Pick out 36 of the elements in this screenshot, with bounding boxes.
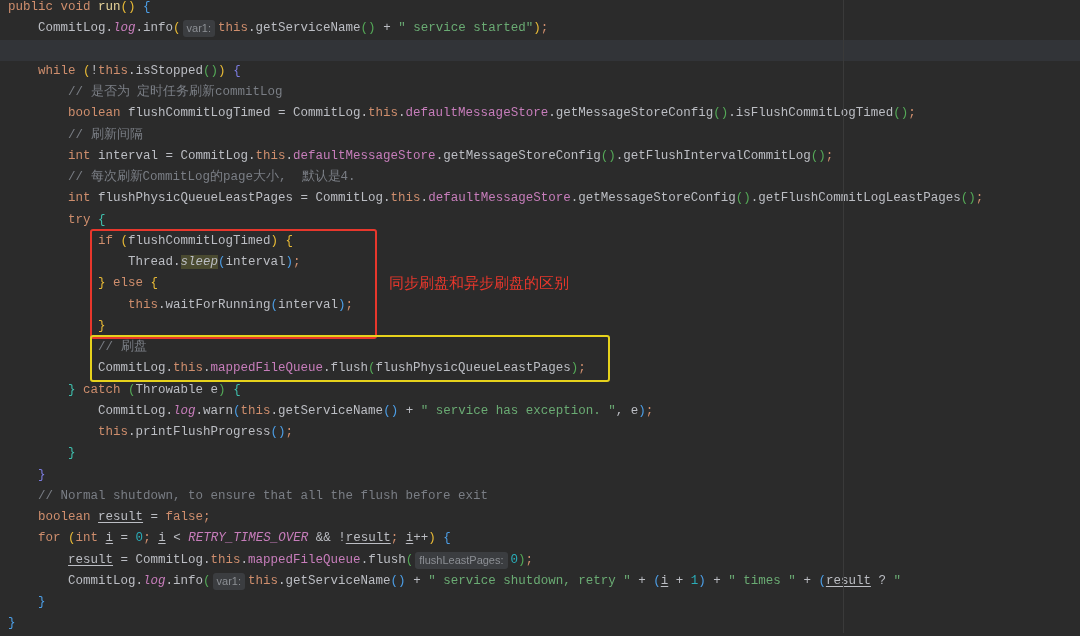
code-text: } else { xyxy=(98,275,159,293)
parameter-hint: var1: xyxy=(182,20,216,38)
code-text: } catch (Throwable e) { xyxy=(67,381,241,399)
code-text: } xyxy=(98,317,106,335)
code-text: this.waitForRunning(interval); xyxy=(127,296,354,314)
code-text: boolean result = false; xyxy=(37,509,211,526)
code-text: // Normal shutdown, to ensure that all the flush before exit xyxy=(37,487,489,505)
code-text: 0); xyxy=(510,551,534,569)
annotation-text: 同步刷盘和异步刷盘的区别 xyxy=(389,274,570,294)
code-text: // 刷盘 xyxy=(98,338,147,356)
code-text: result = CommitLog.this.mappedFileQueue.flush( xyxy=(67,551,414,569)
code-text: this.getServiceName() + " service shutdown, retry " + (i + 1) + " times " + (result ? " xyxy=(248,572,901,590)
parameter-hint: flushLeastPages: xyxy=(415,551,508,569)
code-text: while (!this.isStopped()) { xyxy=(37,62,241,80)
code-text: CommitLog.log.info( xyxy=(37,20,181,38)
code-text: // 刷新间隔 xyxy=(67,126,143,144)
code-text: int interval = CommitLog.this.defaultMessageStore.getMessageStoreConfig().getFlushIntervalCommitLog(); xyxy=(67,147,834,165)
code-text: // 是否为 定时任务刷新commitLog xyxy=(67,83,283,101)
code-text: public void run() { xyxy=(8,0,151,16)
code-text: this.printFlushProgress(); xyxy=(97,424,294,441)
code-text: try { xyxy=(67,211,106,229)
code-text: } xyxy=(37,594,46,611)
code-text: boolean flushCommitLogTimed = CommitLog.this.defaultMessageStore.getMessageStoreConfig().isFlushCommitLogTimed(); xyxy=(67,105,916,123)
code-text: } xyxy=(8,615,16,633)
code-text: // 每次刷新CommitLog的page大小, 默认是4. xyxy=(67,168,356,186)
code-text: this.getServiceName() + " service started"); xyxy=(218,20,549,38)
code-text: CommitLog.log.info( xyxy=(67,572,211,590)
code-text: } xyxy=(37,466,46,484)
code-text: if (flushCommitLogTimed) { xyxy=(98,232,294,250)
code-text: for (int i = 0; i < RETRY_TIMES_OVER && !result; i++) { xyxy=(37,530,451,548)
parameter-hint: var1: xyxy=(212,572,246,590)
code-text: } xyxy=(67,445,76,463)
code-text: int flushPhysicQueueLeastPages = CommitLog.this.defaultMessageStore.getMessageStoreConfig().getFlushCommitLogLeastPages(); xyxy=(67,190,984,208)
code-text: CommitLog.this.mappedFileQueue.flush(flushPhysicQueueLeastPages); xyxy=(98,360,586,378)
code-text: Thread.sleep(interval); xyxy=(127,254,301,271)
code-text: CommitLog.log.warn(this.getServiceName() + " service has exception. ", e); xyxy=(97,402,654,420)
